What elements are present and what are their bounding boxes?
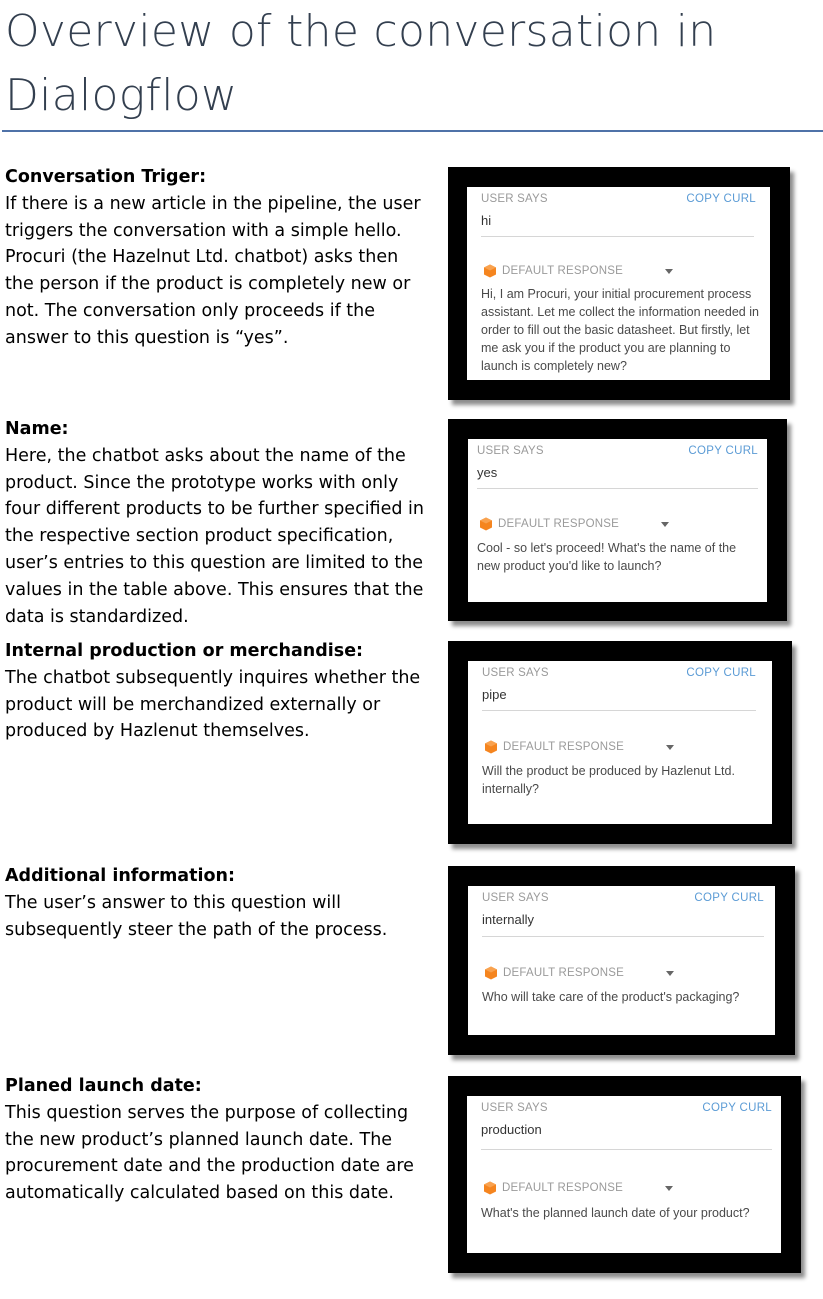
dialog-card: USER SAYS COPY CURL hi DEFAULT RESPONSE … [467, 187, 770, 380]
user-says-value: yes [477, 465, 498, 480]
user-says-label: USER SAYS [481, 1102, 548, 1114]
default-response-label: DEFAULT RESPONSE [502, 1182, 624, 1194]
user-says-label: USER SAYS [481, 193, 548, 205]
default-response-label: DEFAULT RESPONSE [498, 518, 620, 530]
dialogflow-screenshot-3: USER SAYS COPY CURL pipe DEFAULT RESPONS… [448, 641, 792, 844]
caret-down-icon[interactable] [666, 744, 675, 750]
default-response-row: DEFAULT RESPONSE [484, 739, 675, 755]
user-says-value: internally [482, 912, 535, 927]
card-divider [481, 1149, 772, 1150]
section-body: If there is a new article in the pipelin… [5, 193, 421, 348]
dialogflow-logo-icon [484, 1181, 496, 1195]
user-says-label: USER SAYS [482, 892, 549, 904]
section-internal-production: Internal production or merchandise: The … [5, 638, 430, 745]
default-response-row: DEFAULT RESPONSE [479, 516, 670, 532]
dialog-card: USER SAYS COPY CURL yes DEFAULT RESPONSE… [468, 439, 767, 602]
default-response-label: DEFAULT RESPONSE [502, 265, 624, 277]
copy-curl-link[interactable]: COPY CURL [688, 445, 758, 457]
card-divider [482, 710, 756, 711]
default-response-label: DEFAULT RESPONSE [503, 967, 625, 979]
caret-down-icon[interactable] [665, 1185, 674, 1191]
user-says-value: production [481, 1122, 542, 1137]
section-heading: Name: [5, 419, 69, 439]
section-name: Name: Here, the chatbot asks about the n… [5, 416, 430, 630]
dialogflow-logo-icon [484, 264, 496, 278]
copy-curl-link[interactable]: COPY CURL [686, 667, 756, 679]
card-divider [481, 236, 754, 237]
default-response-row: DEFAULT RESPONSE [484, 965, 675, 981]
section-body: The chatbot subsequently inquires whethe… [5, 667, 421, 742]
title-divider [2, 130, 823, 132]
dialogflow-logo-icon [480, 517, 492, 531]
dialog-card: USER SAYS COPY CURL internally DEFAULT R… [468, 886, 775, 1035]
card-divider [482, 936, 764, 937]
section-body: This question serves the purpose of coll… [5, 1102, 414, 1204]
copy-curl-link[interactable]: COPY CURL [702, 1102, 772, 1114]
default-response-row: DEFAULT RESPONSE [483, 263, 674, 279]
default-response-row: DEFAULT RESPONSE [483, 1180, 674, 1196]
section-additional-information: Additional information: The user’s answe… [5, 863, 430, 943]
section-heading: Internal production or merchandise: [5, 641, 364, 661]
section-heading: Conversation Triger: [5, 167, 207, 187]
default-response-text: Cool - so let's proceed! What's the name… [477, 541, 737, 573]
card-divider [477, 488, 758, 489]
page-title: Overview of the conversation in Dialogfl… [5, 6, 717, 121]
dialog-card: USER SAYS COPY CURL pipe DEFAULT RESPONS… [468, 661, 772, 824]
default-response-label: DEFAULT RESPONSE [503, 741, 625, 753]
section-body: The user’s answer to this question will … [5, 892, 388, 940]
caret-down-icon[interactable] [661, 521, 670, 527]
copy-curl-link[interactable]: COPY CURL [694, 892, 764, 904]
section-body: Here, the chatbot asks about the name of… [5, 445, 424, 627]
user-says-label: USER SAYS [482, 667, 549, 679]
section-heading: Additional information: [5, 866, 235, 886]
default-response-text: Will the product be produced by Hazlenut… [482, 764, 735, 796]
dialogflow-screenshot-1: USER SAYS COPY CURL hi DEFAULT RESPONSE … [448, 167, 790, 400]
dialogflow-screenshot-5: USER SAYS COPY CURL production DEFAULT R… [448, 1076, 801, 1273]
dialogflow-screenshot-4: USER SAYS COPY CURL internally DEFAULT R… [448, 866, 795, 1055]
user-says-label: USER SAYS [477, 445, 544, 457]
user-says-value: hi [481, 213, 492, 228]
default-response-text: What's the planned launch date of your p… [481, 1206, 750, 1220]
section-planned-launch-date: Planed launch date: This question serves… [5, 1073, 430, 1207]
caret-down-icon[interactable] [666, 970, 675, 976]
dialog-card: USER SAYS COPY CURL production DEFAULT R… [467, 1096, 781, 1253]
dialogflow-screenshot-2: USER SAYS COPY CURL yes DEFAULT RESPONSE… [448, 419, 787, 621]
dialogflow-logo-icon [485, 966, 497, 980]
user-says-value: pipe [482, 687, 507, 702]
default-response-text: Hi, I am Procuri, your initial procureme… [481, 287, 759, 373]
default-response-text: Who will take care of the product's pack… [482, 990, 740, 1004]
section-conversation-trigger: Conversation Triger: If there is a new a… [5, 164, 430, 352]
dialogflow-logo-icon [485, 740, 497, 754]
section-heading: Planed launch date: [5, 1076, 202, 1096]
copy-curl-link[interactable]: COPY CURL [686, 193, 756, 205]
caret-down-icon[interactable] [665, 268, 674, 274]
